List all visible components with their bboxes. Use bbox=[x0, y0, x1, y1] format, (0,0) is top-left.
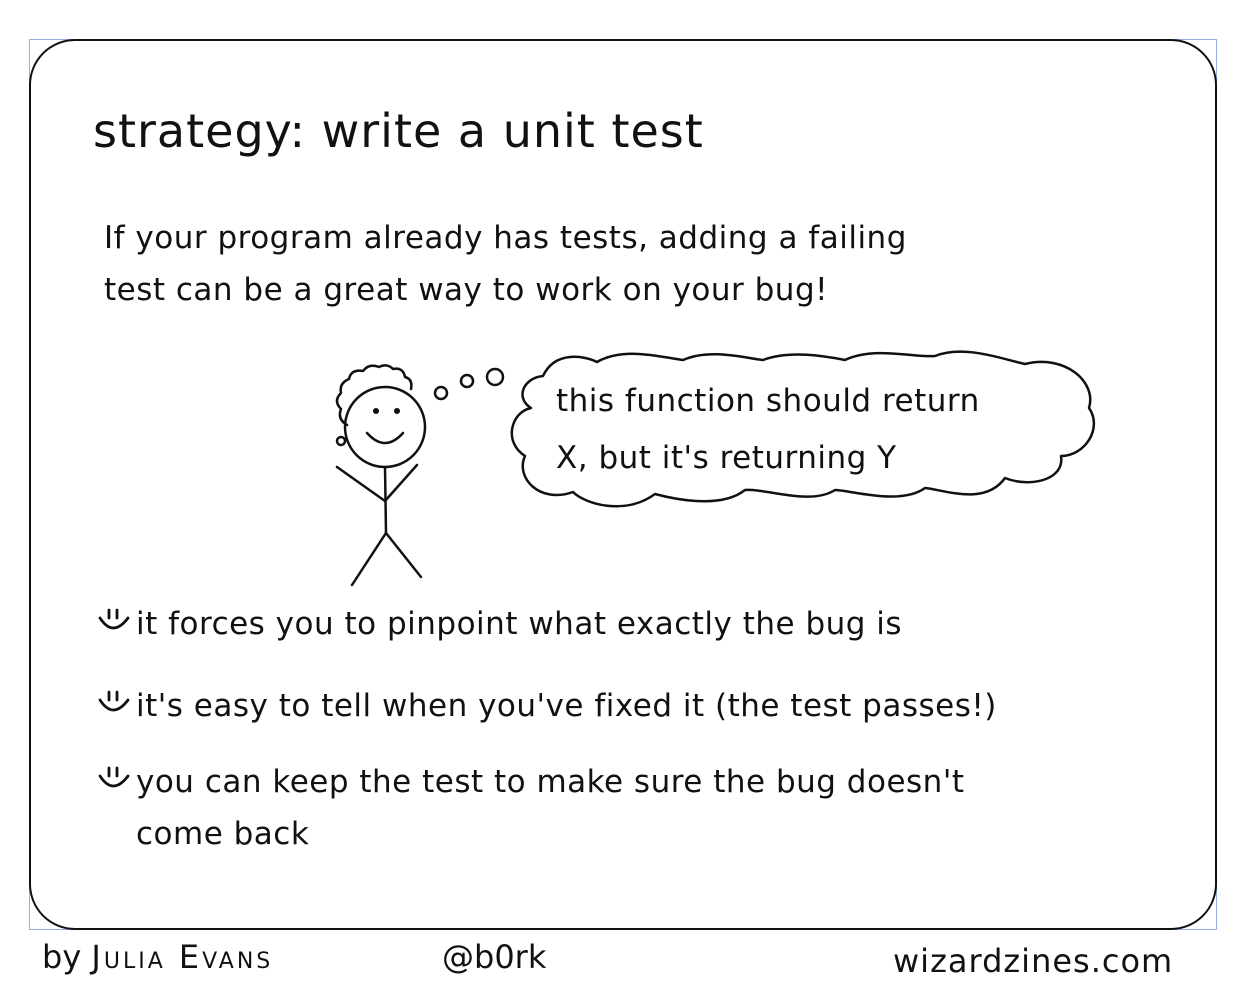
benefit-line: come back bbox=[136, 816, 310, 852]
footer: by Julia Evans @b0rk wizardzines.com bbox=[0, 930, 1252, 992]
intro-text: If your program already has tests, addin… bbox=[104, 212, 1104, 316]
stick-figure-illustration bbox=[335, 364, 505, 587]
benefit-line: it forces you to pinpoint what exactly t… bbox=[136, 606, 903, 642]
author-name: Julia Evans bbox=[91, 938, 274, 976]
page-title: strategy: write a unit test bbox=[93, 104, 704, 158]
author-credit: by Julia Evans bbox=[42, 938, 273, 976]
thought-text: this function should return X, but it's … bbox=[556, 373, 980, 487]
benefit-line: it's easy to tell when you've fixed it (… bbox=[136, 688, 997, 724]
thought-line-2: X, but it's returning Y bbox=[556, 440, 897, 476]
intro-line-1: If your program already has tests, addin… bbox=[104, 220, 907, 256]
author-handle: @b0rk bbox=[442, 938, 547, 976]
benefit-line: you can keep the test to make sure the b… bbox=[136, 764, 965, 800]
thought-line-1: this function should return bbox=[556, 383, 980, 419]
site-link[interactable]: wizardzines.com bbox=[893, 942, 1173, 980]
smiley-icon bbox=[98, 690, 130, 712]
intro-line-2: test can be a great way to work on your … bbox=[104, 272, 829, 308]
smiley-icon bbox=[98, 766, 130, 788]
benefit-item: it forces you to pinpoint what exactly t… bbox=[92, 598, 902, 650]
benefit-item: you can keep the test to make sure the b… bbox=[92, 756, 965, 860]
by-label: by bbox=[42, 938, 82, 976]
benefit-item: it's easy to tell when you've fixed it (… bbox=[92, 680, 997, 732]
smiley-icon bbox=[98, 608, 130, 630]
